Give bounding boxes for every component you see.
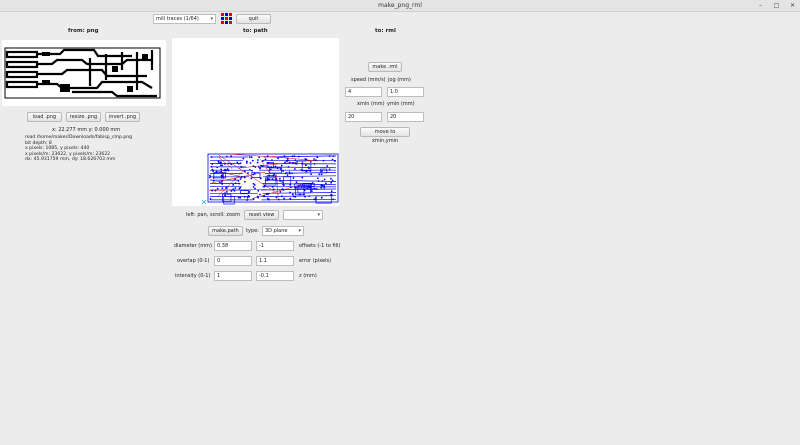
type-label: type: xyxy=(246,228,259,234)
z-label: z (mm) xyxy=(299,273,317,279)
process-select-value: mill traces (1/64) xyxy=(156,16,199,22)
xmin-field[interactable]: 20 xyxy=(345,112,382,122)
diameter-label: diameter (mm) xyxy=(174,243,212,249)
minimize-icon[interactable]: – xyxy=(756,1,765,10)
process-select[interactable]: mill traces (1/64) ▾ xyxy=(153,14,216,24)
overlap-field[interactable]: 0 xyxy=(214,256,252,266)
z-field[interactable]: -0.1 xyxy=(256,271,294,281)
header-from-png: from: png xyxy=(68,28,99,34)
overlap-label: overlap (0-1) xyxy=(177,258,210,264)
maximize-icon[interactable]: □ xyxy=(772,1,781,10)
path-view-canvas[interactable] xyxy=(172,38,339,206)
info-line: read /home/maker/Downloads/fabisp_cmp.pn… xyxy=(25,135,133,140)
offsets-field[interactable]: -1 xyxy=(256,241,294,251)
png-preview xyxy=(2,40,166,106)
ymin-label: ymin (mm) xyxy=(387,101,415,107)
cursor-coords: x: 22.277 mm y: 0.000 mm xyxy=(52,127,121,133)
close-icon[interactable]: ✕ xyxy=(788,1,797,10)
load-png-button[interactable]: load .png xyxy=(27,112,62,122)
resize-png-button[interactable]: resize .png xyxy=(66,112,101,122)
quit-button[interactable]: quit xyxy=(236,14,271,24)
view-select[interactable]: ▾ xyxy=(283,210,323,220)
offsets-label: offsets (-1 to fill) xyxy=(299,243,341,249)
chevron-down-icon: ▾ xyxy=(210,16,213,22)
info-line: dx: 45.931759 mm, dy: 18.626703 mm xyxy=(25,157,116,163)
ymin-field[interactable]: 20 xyxy=(387,112,424,122)
jog-field[interactable]: 1.0 xyxy=(387,87,424,97)
diameter-field[interactable]: 0.38 xyxy=(214,241,252,251)
header-to-rml: to: rml xyxy=(375,28,396,34)
chevron-down-icon: ▾ xyxy=(298,228,301,234)
speed-field[interactable]: 4 xyxy=(345,87,382,97)
reset-view-button[interactable]: reset view xyxy=(244,210,279,220)
toolpath-plot xyxy=(201,153,339,205)
intensity-label: intensity (0-1) xyxy=(175,273,211,279)
title-bar: make_png_rml – □ ✕ xyxy=(0,0,800,12)
chevron-down-icon: ▾ xyxy=(317,212,320,218)
speed-label: speed (mm/s) xyxy=(351,77,386,83)
header-to-path: to: path xyxy=(243,28,268,34)
grid-icon[interactable] xyxy=(221,13,232,24)
png-info: read /home/maker/Downloads/fabisp_cmp.pn… xyxy=(25,135,132,163)
make-rml-button[interactable]: make .rml xyxy=(368,62,402,72)
move-to-xmin-ymin-button[interactable]: move to xmin,ymin xyxy=(360,127,410,144)
xmin-label: xmin (mm) xyxy=(357,101,385,107)
intensity-field[interactable]: 1 xyxy=(214,271,252,281)
window-title: make_png_rml xyxy=(378,2,422,9)
make-path-button[interactable]: make.path xyxy=(208,226,243,236)
error-field[interactable]: 1.1 xyxy=(256,256,294,266)
invert-png-button[interactable]: invert .png xyxy=(105,112,140,122)
error-label: error (pixels) xyxy=(299,258,332,264)
view-hint: left: pan, scroll: zoom xyxy=(186,212,240,218)
path-type-select[interactable]: 3D plane ▾ xyxy=(262,226,304,236)
path-type-value: 3D plane xyxy=(265,228,288,234)
jog-label: jog (mm) xyxy=(388,77,411,83)
png-image xyxy=(4,47,161,99)
